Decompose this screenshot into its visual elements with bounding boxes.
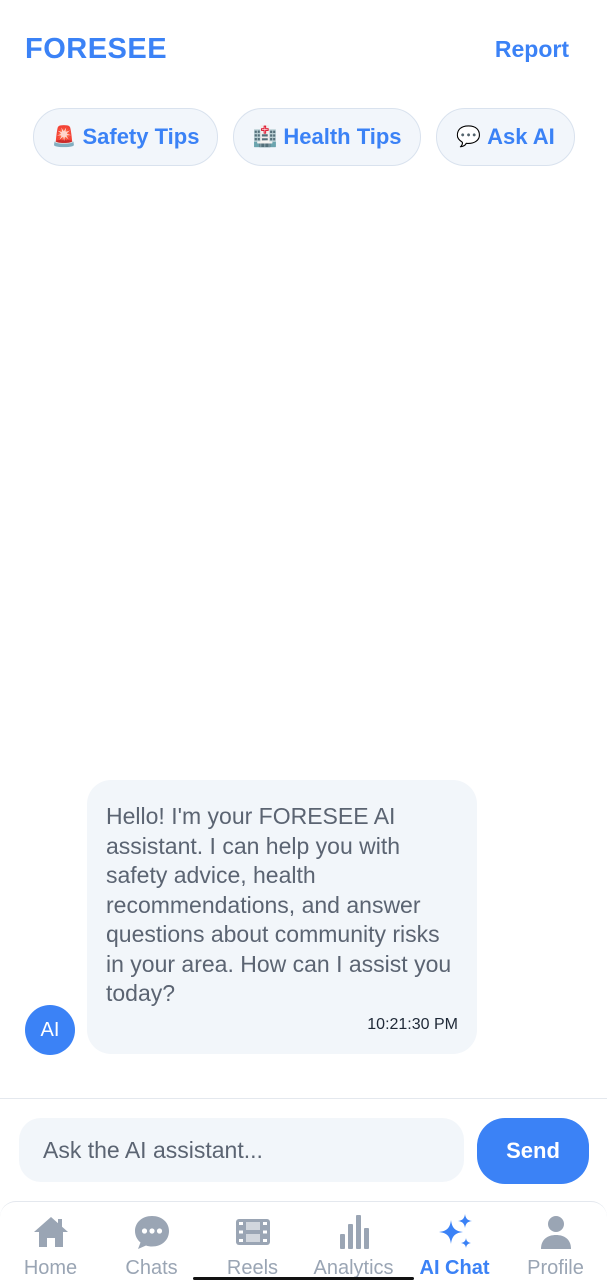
nav-label: Chats	[125, 1257, 178, 1279]
message-row: AI Hello! I'm your FORESEE AI assistant.…	[0, 780, 607, 1056]
message-input[interactable]	[19, 1118, 464, 1182]
chat-bubble-icon	[134, 1216, 169, 1249]
film-icon	[235, 1219, 270, 1245]
nav-label: Home	[23, 1257, 78, 1279]
chip-label: Safety Tips	[82, 124, 200, 149]
ai-avatar: AI	[25, 1005, 75, 1055]
speech-bubble-icon: 💬	[456, 126, 482, 148]
ask-ai-chip[interactable]: 💬 Ask AI	[436, 108, 575, 166]
bar-chart-icon	[339, 1215, 369, 1249]
composer: Send	[0, 1098, 607, 1201]
person-icon	[540, 1216, 571, 1249]
message-timestamp: 10:21:30 PM	[367, 1016, 458, 1033]
home-icon	[33, 1217, 68, 1247]
nav-item-chats[interactable]: Chats	[101, 1202, 202, 1280]
chip-label: Ask AI	[487, 124, 555, 149]
nav-item-ai-chat[interactable]: AI Chat	[404, 1202, 505, 1280]
health-tips-chip[interactable]: 🏥 Health Tips	[233, 108, 421, 166]
app-brand: FORESEE	[25, 33, 168, 65]
hospital-icon: 🏥	[252, 126, 278, 148]
nav-item-home[interactable]: Home	[0, 1202, 101, 1280]
safety-tips-chip[interactable]: 🚨 Safety Tips	[33, 108, 218, 166]
bottom-nav: Home Chats Reels Analytics AI Chat Profi…	[0, 1201, 607, 1280]
sparkles-icon	[438, 1214, 472, 1248]
nav-item-analytics[interactable]: Analytics	[303, 1202, 404, 1280]
message-bubble: Hello! I'm your FORESEE AI assistant. I …	[87, 780, 477, 1054]
siren-icon: 🚨	[51, 126, 77, 148]
message-text: Hello! I'm your FORESEE AI assistant. I …	[106, 803, 452, 1006]
report-button[interactable]: Report	[495, 36, 569, 63]
nav-item-reels[interactable]: Reels	[202, 1202, 303, 1280]
chip-label: Health Tips	[283, 124, 402, 149]
app-header: FORESEE Report	[0, 0, 607, 100]
nav-label: AI Chat	[419, 1257, 490, 1279]
nav-item-profile[interactable]: Profile	[505, 1202, 606, 1280]
nav-label: Profile	[527, 1257, 584, 1279]
send-button[interactable]: Send	[477, 1118, 589, 1184]
quick-actions: 🚨 Safety Tips 🏥 Health Tips 💬 Ask AI	[0, 108, 607, 166]
